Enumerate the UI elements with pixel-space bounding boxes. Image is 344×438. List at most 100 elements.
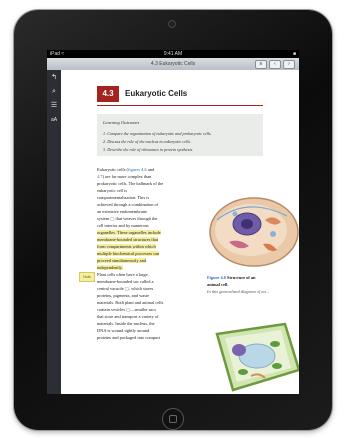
font-size-icon[interactable]: aA (50, 116, 58, 124)
body-text-line: membrane-bounded structures that (97, 236, 197, 243)
text-span: that store and transport a variety of (97, 314, 158, 319)
text-segment: Plant cells often have a large, (97, 272, 149, 277)
body-text-line: central vacuole ▢, which stores (97, 285, 197, 292)
body-text-line: multiple biochemical processes can (97, 250, 197, 257)
body-text-line: Eukaryotic cells (figures 4.6 and (97, 166, 197, 173)
body-text-line: 4.7) are far more complex than (97, 173, 197, 180)
body-text-line: achieved through a combination of (97, 201, 197, 208)
reader-toolbar: ↰ ⌕ ☰ aA (47, 70, 61, 394)
text-segment: prokaryotic cells. The hallmark of the (97, 181, 164, 186)
text-segment: an extensive endomembrane (97, 209, 147, 214)
highlighted-text: multiple biochemical processes can (97, 251, 160, 256)
highlighted-text: membrane-bounded structures that (97, 237, 158, 242)
figure-title: Structure of an (227, 275, 256, 280)
body-text-line: form compartments within which (97, 243, 197, 250)
status-bar: iPad ≈ 9:41 AM ■ (47, 50, 299, 58)
text-segment: that weaves through the (114, 216, 158, 221)
header-divider (97, 105, 263, 106)
highlighted-text: independently. (97, 265, 123, 270)
section-number: 4.3 (97, 86, 119, 102)
text-segment: contain vesicles (97, 307, 127, 312)
highlight-note-tag[interactable]: Note (79, 272, 95, 282)
text-segment: , which stores (128, 286, 154, 291)
figure-caption: Figure 4.6 Structure of an (207, 274, 299, 281)
figure-title-line: animal cell. (207, 282, 229, 287)
text-segment: form compartments within which (97, 244, 156, 249)
menu-button[interactable]: ≡ (255, 60, 267, 69)
text-span: materials. Both plant and animal cells (97, 300, 163, 305)
text-span: system ▢ that weaves through the (97, 216, 157, 221)
text-span: contain vesicles ▢—smaller sacs (97, 307, 156, 312)
book-page: 4.3 Eukaryotic Cells Learning Outcomes 1… (61, 70, 299, 394)
body-text-line: compartmentalization. This is (97, 194, 197, 201)
search-icon[interactable]: ⌕ (50, 88, 58, 96)
figure-link[interactable]: Figure 4.6 (207, 275, 227, 280)
text-span: Plant cells often have a large, (97, 272, 149, 277)
text-span: achieved through a combination of (97, 202, 158, 207)
front-camera (168, 20, 176, 28)
highlighted-text: form compartments within which (97, 244, 156, 249)
learning-outcomes-heading: Learning Outcomes (103, 120, 140, 125)
body-text-line: an extensive endomembrane (97, 208, 197, 215)
contents-icon[interactable]: ☰ (50, 102, 58, 110)
animal-cell-illustration[interactable] (207, 190, 299, 270)
text-segment: compartmentalization. This is (97, 195, 150, 200)
body-text-line: materials. Inside the nucleus, the (97, 320, 197, 327)
body-text-line: independently. (97, 264, 197, 271)
text-segment: proteins and packaged into compact (97, 335, 161, 340)
body-text-line: proteins and packaged into compact (97, 334, 197, 341)
screen: iPad ≈ 9:41 AM ■ 4.3 Eukaryotic Cells ≡ … (47, 50, 299, 394)
body-text-line: materials. Both plant and animal cells (97, 299, 197, 306)
learning-outcomes-box: Learning Outcomes 1. Compare the organiz… (97, 114, 263, 156)
text-segment: central vacuole (97, 286, 125, 291)
text-segment: —smaller sacs (130, 307, 156, 312)
text-segment: achieved through a combination of (97, 202, 159, 207)
highlighted-text: proceed simultaneously and (97, 258, 147, 263)
body-text-line: contain vesicles ▢—smaller sacs (97, 306, 197, 313)
text-segment: DNA is wound tightly around (97, 328, 150, 333)
text-span: proteins and packaged into compact (97, 335, 160, 340)
text-span: Eukaryotic cells (figures 4.6 and (97, 167, 154, 172)
battery-icon: ■ (292, 51, 296, 57)
text-segment: independently. (97, 265, 123, 270)
ipad-frame: iPad ≈ 9:41 AM ■ 4.3 Eukaryotic Cells ≡ … (14, 10, 332, 430)
body-text-line: membrane-bounded sac called a (97, 278, 197, 285)
text-span: central vacuole ▢, which stores (97, 286, 153, 291)
plant-cell-illustration[interactable] (211, 320, 299, 394)
text-segment: materials. Both plant and animal cells (97, 300, 164, 305)
text-segment: membrane-bounded structures that (97, 237, 158, 242)
section-header: 4.3 Eukaryotic Cells (97, 86, 263, 102)
text-segment: proteins, pigments, and waste (97, 293, 150, 298)
text-segment: organelles. These organelles include (97, 230, 161, 235)
text-span: compartmentalization. This is (97, 195, 149, 200)
text-segment: cell interior and by numerous (97, 223, 149, 228)
text-span: proteins, pigments, and waste (97, 293, 149, 298)
next-page-button[interactable]: › (283, 60, 295, 69)
previous-page-button[interactable]: ‹ (269, 60, 281, 69)
body-text-line: prokaryotic cells. The hallmark of the (97, 180, 197, 187)
text-segment: and (146, 167, 155, 172)
inline-link[interactable]: figures 4.6 (128, 167, 147, 172)
clock: 9:41 AM (163, 51, 183, 57)
text-segment: system (97, 216, 111, 221)
body-text-line: organelles. These organelles include (97, 229, 197, 236)
text-span: membrane-bounded sac called a (97, 279, 153, 284)
text-span: eukaryotic cell is (97, 188, 127, 193)
figure-description: In this generalized diagram of an... (207, 289, 269, 294)
back-icon[interactable]: ↰ (50, 74, 58, 82)
text-segment: materials. Inside the nucleus, the (97, 321, 155, 326)
text-span: cell interior and by numerous (97, 223, 149, 228)
body-text-line: Plant cells often have a large, (97, 271, 197, 278)
home-button[interactable] (162, 408, 184, 430)
outcome-item: 3. Describe the role of ribosomes in pro… (103, 147, 194, 152)
home-square-icon (169, 415, 177, 423)
body-text-line: proteins, pigments, and waste (97, 292, 197, 299)
text-segment: proceed simultaneously and (97, 258, 147, 263)
text-segment: Eukaryotic cells ( (97, 167, 128, 172)
text-segment: eukaryotic cell is (97, 188, 127, 193)
body-text-line: cell interior and by numerous (97, 222, 197, 229)
body-text-line: eukaryotic cell is (97, 187, 197, 194)
text-span: 4.7) are far more complex than (97, 174, 151, 179)
highlighted-text: organelles. These organelles include (97, 230, 161, 235)
section-title: Eukaryotic Cells (125, 89, 188, 98)
